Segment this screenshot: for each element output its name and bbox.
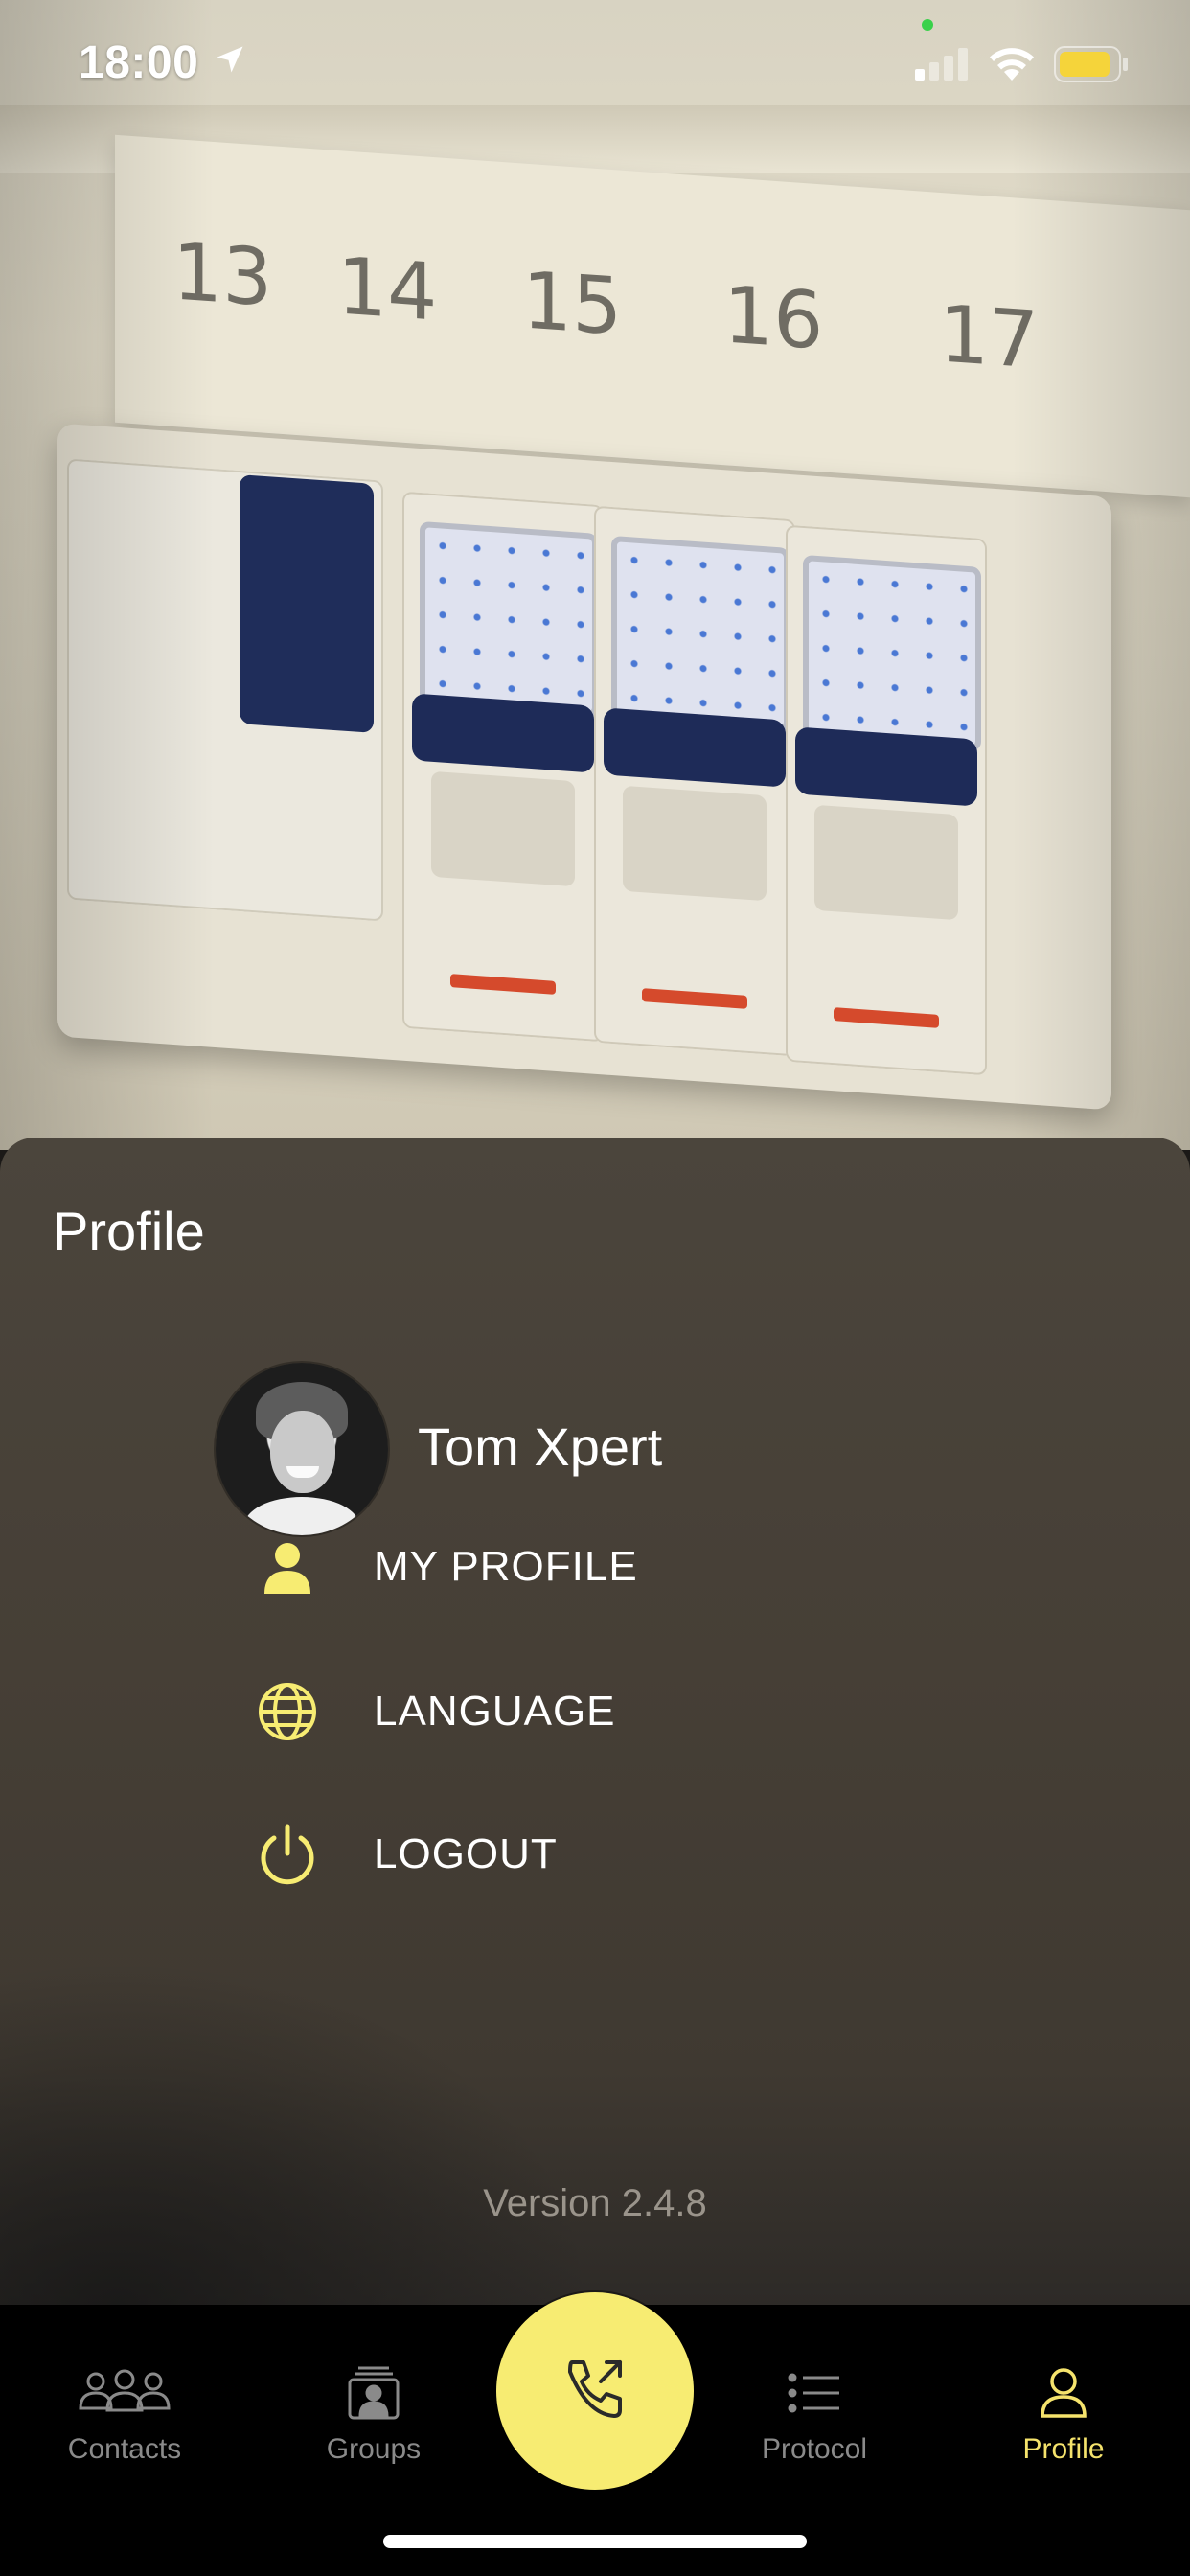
tab-label: Profile — [1022, 2433, 1105, 2465]
power-icon — [249, 1816, 326, 1893]
page-title: Profile — [53, 1201, 205, 1261]
background-photo: 13 14 15 16 17 — [0, 0, 1190, 1150]
menu-item-language[interactable]: LANGUAGE — [249, 1668, 920, 1755]
profile-sheet: Profile Tom Xpert MY PROFILE LANGUAGE LO… — [0, 1138, 1190, 2305]
mic-indicator-dot — [922, 19, 933, 31]
user-name: Tom Xpert — [418, 1416, 663, 1477]
wifi-icon — [990, 48, 1034, 80]
tab-profile[interactable]: Profile — [958, 2305, 1169, 2496]
menu-label: LANGUAGE — [374, 1688, 616, 1735]
status-time: 18:00 — [79, 37, 199, 88]
menu-item-logout[interactable]: LOGOUT — [249, 1811, 920, 1898]
tab-label: Groups — [326, 2433, 422, 2465]
tab-protocol[interactable]: Protocol — [709, 2305, 920, 2496]
profile-icon — [1039, 2364, 1088, 2422]
home-indicator[interactable] — [383, 2535, 807, 2548]
menu-label: LOGOUT — [374, 1830, 558, 1877]
status-bar: 18:00 — [0, 0, 1190, 125]
groups-icon — [347, 2364, 400, 2422]
battery-icon — [1054, 46, 1128, 82]
avatar[interactable] — [216, 1363, 388, 1535]
app-version: Version 2.4.8 — [483, 2182, 707, 2224]
tab-label: Contacts — [67, 2433, 182, 2465]
tab-groups[interactable]: Groups — [268, 2305, 479, 2496]
cellular-signal-icon — [915, 48, 968, 80]
person-icon — [249, 1529, 326, 1605]
tab-label: Protocol — [761, 2433, 868, 2465]
menu-item-my-profile[interactable]: MY PROFILE — [249, 1524, 920, 1610]
list-icon — [788, 2364, 841, 2422]
location-arrow-icon — [217, 46, 243, 73]
globe-icon — [249, 1673, 326, 1750]
call-button[interactable] — [496, 2292, 694, 2490]
outgoing-call-icon — [568, 2360, 622, 2418]
contacts-icon — [77, 2364, 172, 2422]
tab-contacts[interactable]: Contacts — [19, 2305, 230, 2496]
menu-label: MY PROFILE — [374, 1543, 638, 1590]
